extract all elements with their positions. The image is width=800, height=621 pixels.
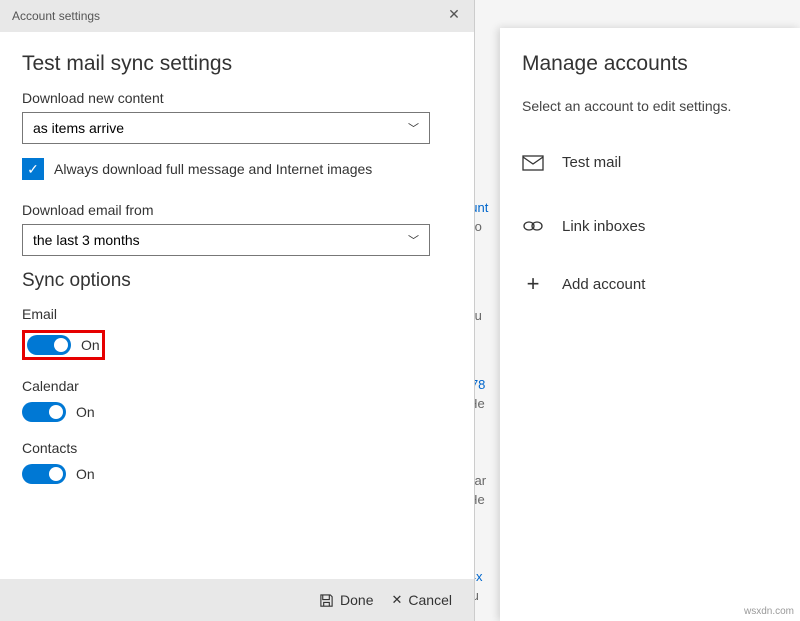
always-download-label: Always download full message and Interne… bbox=[54, 161, 372, 177]
manage-accounts-subtitle: Select an account to edit settings. bbox=[522, 98, 780, 114]
done-button[interactable]: Done bbox=[319, 592, 373, 608]
sync-options-title: Sync options bbox=[22, 270, 452, 292]
chevron-down-icon: ﹀ bbox=[408, 232, 419, 248]
panel-body: Test mail sync settings Download new con… bbox=[0, 32, 474, 579]
sync-settings-title: Test mail sync settings bbox=[22, 52, 452, 76]
cancel-icon: ✕ bbox=[392, 592, 403, 608]
add-account-button[interactable]: + Add account bbox=[522, 253, 780, 315]
mail-icon bbox=[522, 155, 544, 171]
panel-header: Account settings ✕ bbox=[0, 0, 474, 32]
download-email-from-select[interactable]: the last 3 months ﹀ bbox=[22, 224, 430, 256]
email-toggle-row: Email On bbox=[22, 306, 452, 360]
account-item-label: Test mail bbox=[562, 154, 621, 171]
always-download-row[interactable]: ✓ Always download full message and Inter… bbox=[22, 158, 452, 180]
watermark: wsxdn.com bbox=[744, 606, 794, 617]
account-settings-panel: Account settings ✕ Test mail sync settin… bbox=[0, 0, 475, 621]
email-toggle-label: Email bbox=[22, 306, 452, 322]
always-download-checkbox[interactable]: ✓ bbox=[22, 158, 44, 180]
link-inboxes-label: Link inboxes bbox=[562, 218, 645, 235]
calendar-toggle-state: On bbox=[76, 404, 95, 420]
panel-title: Account settings bbox=[12, 9, 100, 23]
email-toggle[interactable] bbox=[27, 335, 71, 355]
panel-footer: Done ✕ Cancel bbox=[0, 579, 474, 621]
link-icon bbox=[522, 217, 544, 235]
email-toggle-state: On bbox=[81, 337, 100, 353]
email-highlight-box: On bbox=[22, 330, 105, 360]
cancel-label: Cancel bbox=[408, 592, 452, 608]
download-new-content-label: Download new content bbox=[22, 90, 452, 106]
plus-icon: + bbox=[522, 271, 544, 297]
calendar-toggle[interactable] bbox=[22, 402, 66, 422]
chevron-down-icon: ﹀ bbox=[408, 120, 419, 136]
contacts-toggle-label: Contacts bbox=[22, 440, 452, 456]
contacts-toggle[interactable] bbox=[22, 464, 66, 484]
download-email-from-label: Download email from bbox=[22, 202, 452, 218]
contacts-toggle-row: Contacts On bbox=[22, 440, 452, 484]
cancel-button[interactable]: ✕ Cancel bbox=[392, 592, 453, 608]
account-item-test-mail[interactable]: Test mail bbox=[522, 142, 780, 199]
done-label: Done bbox=[340, 592, 373, 608]
link-inboxes-button[interactable]: Link inboxes bbox=[522, 199, 780, 253]
close-icon[interactable]: ✕ bbox=[444, 6, 464, 26]
add-account-label: Add account bbox=[562, 276, 645, 293]
download-new-content-select[interactable]: as items arrive ﹀ bbox=[22, 112, 430, 144]
manage-accounts-title: Manage accounts bbox=[522, 52, 780, 76]
save-icon bbox=[319, 593, 334, 608]
manage-accounts-panel: Manage accounts Select an account to edi… bbox=[500, 28, 800, 621]
contacts-toggle-state: On bbox=[76, 466, 95, 482]
calendar-toggle-label: Calendar bbox=[22, 378, 452, 394]
calendar-toggle-row: Calendar On bbox=[22, 378, 452, 422]
select-value: as items arrive bbox=[33, 120, 124, 136]
select-value: the last 3 months bbox=[33, 232, 140, 248]
